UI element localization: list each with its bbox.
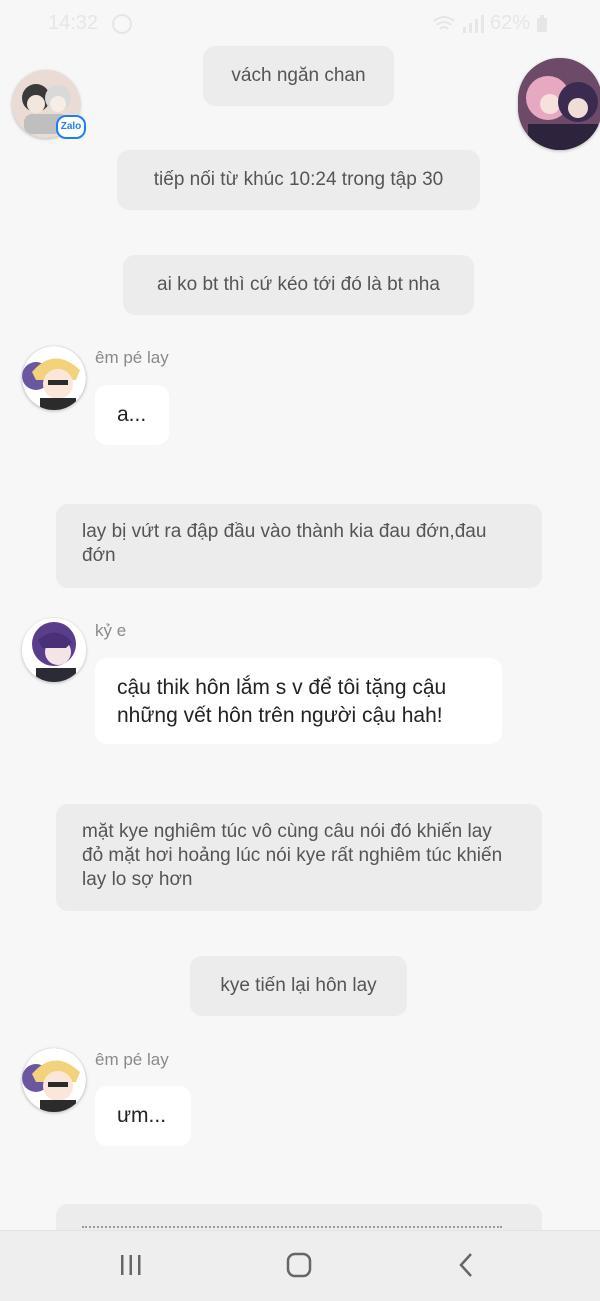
- system-message: kye tiến lại hôn lay: [190, 956, 407, 1016]
- sender-name: êm pé lay: [95, 348, 169, 367]
- system-message: ai ko bt thì cứ kéo tới đó là bt nha: [123, 255, 474, 315]
- status-bar: 14:32 62%: [0, 0, 600, 48]
- system-message-text: ai ko bt thì cứ kéo tới đó là bt nha: [157, 274, 440, 295]
- message-bubble[interactable]: a...: [95, 385, 169, 445]
- message-text: a...: [117, 403, 147, 426]
- message-text: ưm...: [117, 1104, 167, 1127]
- narration-message: mặt kye nghiêm túc vô cùng câu nói đó kh…: [56, 804, 542, 911]
- my-avatar[interactable]: [518, 58, 600, 150]
- narration-message: lay bị vứt ra đập đầu vào thành kia đau …: [56, 504, 542, 588]
- message-bubble[interactable]: ưm...: [95, 1086, 191, 1146]
- narration-text: mặt kye nghiêm túc vô cùng câu nói đó kh…: [82, 821, 503, 890]
- sender-avatar[interactable]: [22, 618, 86, 682]
- navigation-bar: [0, 1230, 600, 1301]
- system-message: tiếp nối từ khúc 10:24 trong tập 30: [117, 150, 480, 210]
- system-message-text: vách ngăn chan: [231, 65, 366, 86]
- message-bubble[interactable]: cậu thik hôn lắm s v để tôi tặng cậu nhữ…: [95, 658, 502, 744]
- battery-icon: [537, 14, 547, 32]
- sender-name: kỷ e: [95, 621, 127, 640]
- notification-icon: [112, 14, 132, 34]
- zalo-badge: Zalo: [56, 115, 86, 139]
- system-message: vách ngăn chan: [203, 46, 394, 106]
- system-message-text: tiếp nối từ khúc 10:24 trong tập 30: [153, 169, 444, 190]
- status-time: 14:32: [48, 12, 99, 34]
- back-icon[interactable]: [456, 1251, 476, 1279]
- zalo-label: Zalo: [60, 121, 82, 132]
- recent-apps-icon[interactable]: [118, 1251, 144, 1279]
- message-text: cậu thik hôn lắm s v để tôi tặng cậu nhữ…: [117, 676, 447, 727]
- sender-name: êm pé lay: [95, 1050, 169, 1069]
- home-icon[interactable]: [285, 1251, 313, 1279]
- battery-percent: 62%: [489, 12, 530, 34]
- signal-icon: [462, 14, 484, 33]
- narration-text: lay bị vứt ra đập đầu vào thành kia đau …: [82, 521, 487, 566]
- sender-avatar[interactable]: [22, 1048, 86, 1112]
- sender-avatar[interactable]: [22, 346, 86, 410]
- wifi-icon: [433, 15, 455, 30]
- status-indicators: 62%: [432, 12, 548, 35]
- system-message-text: kye tiến lại hôn lay: [220, 975, 377, 996]
